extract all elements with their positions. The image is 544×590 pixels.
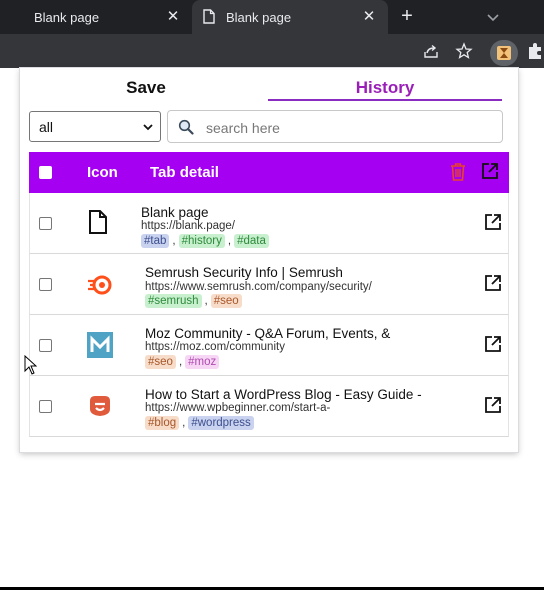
tab-save[interactable]: Save	[28, 78, 264, 98]
moz-icon	[87, 332, 113, 358]
history-table: Icon Tab detail Blank page https://blank…	[29, 152, 509, 437]
tag-chip[interactable]: #moz	[185, 355, 220, 369]
row-checkbox[interactable]	[39, 278, 52, 291]
filter-select[interactable]: all	[29, 111, 161, 142]
row-checkbox[interactable]	[39, 339, 52, 352]
table-row: How to Start a WordPress Blog - Easy Gui…	[29, 376, 509, 437]
browser-tab-2[interactable]: Blank page ✕	[192, 0, 388, 34]
chevron-down-icon[interactable]	[484, 8, 502, 26]
popup-tabs: Save History	[20, 68, 518, 104]
hourglass-extension-icon	[497, 46, 511, 60]
extension-popup: Save History all Icon Tab detail	[20, 68, 518, 452]
semrush-icon	[88, 275, 112, 295]
row-tags: #blog, #wordpress	[145, 416, 254, 430]
table-row: Moz Community - Q&A Forum, Events, & htt…	[29, 315, 509, 376]
row-url[interactable]: https://moz.com/community	[145, 341, 420, 353]
tab-title: Blank page	[226, 9, 292, 25]
close-tab-icon[interactable]: ✕	[164, 8, 182, 26]
tag-separator: ,	[182, 417, 186, 429]
bookmark-star-icon[interactable]	[455, 42, 473, 60]
share-icon[interactable]	[422, 42, 440, 60]
row-tags: #seo, #moz	[145, 355, 220, 369]
browser-tab-strip: Blank page ✕ Blank page ✕ +	[0, 0, 544, 34]
search-box	[167, 110, 503, 143]
tag-chip[interactable]: #history	[178, 234, 225, 248]
table-header: Icon Tab detail	[29, 152, 509, 193]
select-all-checkbox[interactable]	[39, 166, 52, 179]
row-tags: #semrush, #seo	[145, 294, 242, 308]
tag-chip[interactable]: #blog	[145, 416, 180, 430]
tab-title: Blank page	[34, 9, 100, 25]
tag-chip[interactable]: #seo	[145, 355, 176, 369]
tag-chip[interactable]: #data	[234, 234, 269, 248]
browser-tab-1[interactable]: Blank page ✕	[0, 0, 192, 34]
open-external-icon[interactable]	[484, 335, 502, 353]
tag-separator: ,	[172, 235, 176, 247]
tag-chip[interactable]: #seo	[210, 294, 242, 308]
row-title: Blank page	[141, 205, 209, 220]
row-checkbox[interactable]	[39, 400, 52, 413]
tag-chip[interactable]: #wordpress	[188, 416, 254, 430]
column-header-icon: Icon	[87, 164, 118, 181]
open-external-icon[interactable]	[484, 396, 502, 414]
tag-separator: ,	[178, 356, 183, 368]
row-title: How to Start a WordPress Blog - Easy Gui…	[145, 387, 422, 402]
row-checkbox[interactable]	[39, 217, 52, 230]
table-row: Blank page https://blank.page/ #tab, #his…	[29, 193, 509, 254]
open-all-external-icon[interactable]	[481, 162, 499, 180]
chevron-down-icon	[143, 124, 153, 131]
browser-toolbar	[0, 34, 544, 68]
tab-history[interactable]: History	[268, 78, 502, 98]
row-url[interactable]: https://www.wpbeginner.com/start-a-	[145, 402, 420, 414]
search-icon	[178, 119, 194, 135]
tag-separator: ,	[227, 235, 232, 247]
extension-button[interactable]	[490, 40, 518, 66]
close-tab-icon[interactable]: ✕	[360, 8, 378, 26]
tag-chip[interactable]: #tab	[141, 234, 170, 248]
row-url[interactable]: https://www.semrush.com/company/security…	[145, 281, 420, 293]
row-tags: #tab, #history, #data	[141, 234, 269, 248]
column-header-tab-detail: Tab detail	[150, 164, 219, 181]
page-icon	[89, 210, 107, 234]
active-tab-indicator	[268, 99, 502, 101]
row-title: Semrush Security Info | Semrush	[145, 265, 343, 280]
open-external-icon[interactable]	[484, 213, 502, 231]
wpbeginner-icon	[90, 396, 110, 416]
extensions-puzzle-icon[interactable]	[526, 42, 544, 62]
page-icon	[203, 9, 215, 24]
new-tab-button[interactable]: +	[396, 5, 418, 27]
search-input[interactable]	[204, 117, 488, 139]
row-url[interactable]: https://blank.page/	[141, 220, 416, 232]
mouse-pointer-icon	[24, 355, 37, 375]
filter-selected-value: all	[39, 118, 54, 135]
trash-icon[interactable]	[449, 162, 467, 182]
tag-chip[interactable]: #semrush	[145, 294, 202, 308]
table-row: Semrush Security Info | Semrush https://…	[29, 254, 509, 315]
open-external-icon[interactable]	[484, 274, 502, 292]
row-title: Moz Community - Q&A Forum, Events, &	[145, 326, 391, 341]
tag-separator: ,	[204, 295, 208, 307]
